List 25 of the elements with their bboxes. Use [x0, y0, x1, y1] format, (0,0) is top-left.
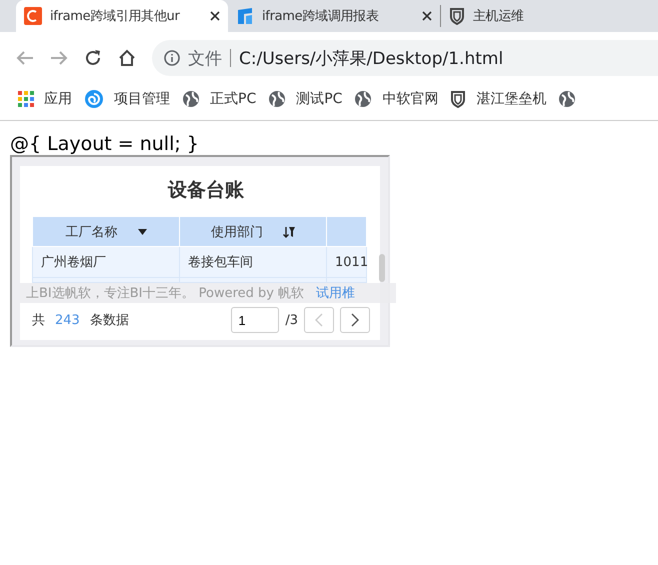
column-header[interactable]: 工厂名称 — [32, 216, 180, 246]
total-label: 共 — [32, 312, 45, 329]
bookmark[interactable]: 项目管理 — [84, 89, 170, 109]
page-text: @{ Layout = null; } — [10, 133, 200, 155]
bookmark[interactable]: 应用 — [18, 90, 72, 108]
table-cell: 卷接包车间 — [180, 246, 326, 278]
bookmark[interactable]: 中软官网 — [354, 90, 438, 108]
promo-text: 上BI选帆软，专注BI十三年。 Powered by 帆软 — [26, 285, 304, 302]
table-cell: 广州卷烟厂 — [32, 246, 180, 278]
table-cell: 1011 — [326, 246, 366, 278]
report-title: 设备台账 — [166, 178, 245, 203]
browser-tab[interactable]: 主机运维 — [441, 0, 532, 32]
bookmark[interactable]: 正式PC — [182, 90, 256, 108]
column-header[interactable]: 使用部门 — [180, 216, 326, 246]
bookmark[interactable]: 湛江堡垒机 — [450, 90, 546, 108]
address-bar[interactable]: 文件 C:/Users/小萍果/Desktop/1.html — [152, 40, 658, 76]
browser-tab[interactable]: iframe跨域引用其他ur — [16, 0, 228, 32]
scheme-label: 文件 — [188, 48, 222, 70]
browser-tab[interactable]: iframe跨域调用报表 — [228, 0, 440, 32]
page-input[interactable]: 1 — [231, 307, 280, 333]
total-count: 243 — [55, 312, 80, 328]
page-count: /3 — [285, 312, 298, 328]
url-text: C:/Users/小萍果/Desktop/1.html — [239, 48, 504, 70]
total-label: 条数据 — [90, 312, 129, 329]
bookmark[interactable]: 测试PC — [268, 90, 342, 108]
